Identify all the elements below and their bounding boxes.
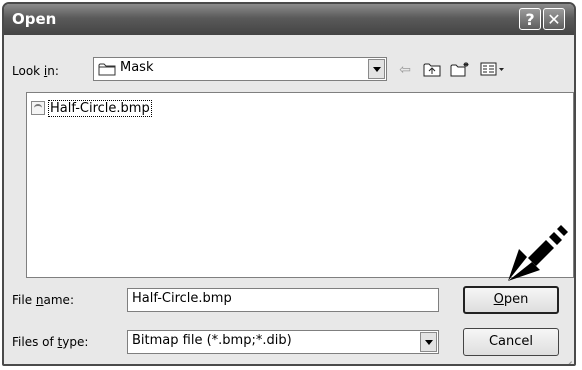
file-name-field[interactable]: Half-Circle.bmp bbox=[127, 288, 439, 312]
close-button[interactable]: ✕ bbox=[543, 8, 565, 30]
files-of-type-label: Files of type: bbox=[12, 335, 89, 349]
new-folder-icon[interactable] bbox=[450, 61, 470, 79]
title-bar[interactable]: Open ? ✕ bbox=[4, 4, 574, 35]
up-folder-icon[interactable] bbox=[422, 61, 442, 79]
open-dialog: Open ? ✕ Look in: Mask ⇦ Half-Circle.bmp… bbox=[2, 2, 576, 366]
cancel-button[interactable]: Cancel bbox=[463, 328, 559, 356]
chevron-down-icon[interactable] bbox=[420, 332, 437, 352]
look-in-label: Look in: bbox=[12, 64, 59, 78]
bitmap-file-icon bbox=[31, 101, 45, 115]
look-in-dropdown[interactable]: Mask bbox=[93, 57, 387, 81]
views-menu-icon[interactable] bbox=[480, 61, 506, 79]
dialog-title: Open bbox=[12, 10, 57, 28]
resize-grip-icon[interactable] bbox=[560, 350, 572, 362]
look-in-value: Mask bbox=[120, 60, 154, 75]
pointer-arrow-graphic bbox=[508, 225, 568, 281]
folder-icon bbox=[98, 63, 116, 76]
files-of-type-value: Bitmap file (*.bmp;*.dib) bbox=[132, 333, 292, 348]
back-arrow-icon[interactable]: ⇦ bbox=[395, 61, 415, 79]
files-of-type-dropdown[interactable]: Bitmap file (*.bmp;*.dib) bbox=[127, 330, 439, 354]
file-name: Half-Circle.bmp bbox=[48, 100, 152, 117]
file-list[interactable]: Half-Circle.bmp bbox=[26, 92, 574, 278]
chevron-down-icon[interactable] bbox=[368, 59, 385, 79]
open-button[interactable]: Open bbox=[463, 286, 559, 314]
file-name-value: Half-Circle.bmp bbox=[132, 291, 232, 306]
help-button[interactable]: ? bbox=[519, 8, 541, 30]
file-name-label: File name: bbox=[12, 293, 74, 307]
